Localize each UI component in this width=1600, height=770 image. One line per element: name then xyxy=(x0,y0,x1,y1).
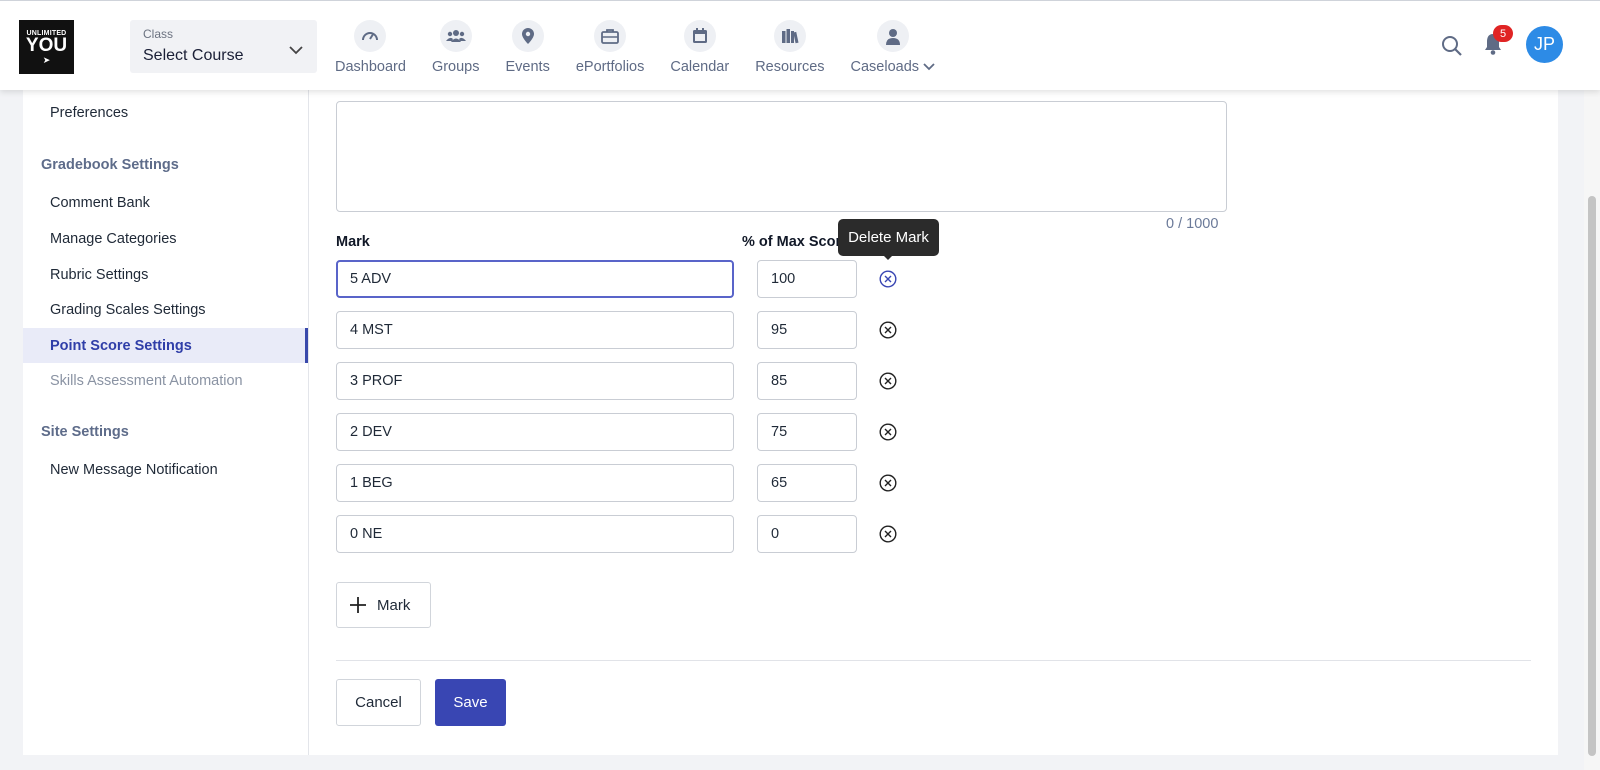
delete-mark-button[interactable] xyxy=(878,473,898,493)
mark-percent-input[interactable] xyxy=(757,413,857,451)
nav-icon-circle xyxy=(683,20,716,52)
logo-text-main: YOU xyxy=(25,34,68,56)
nav-label: Calendar xyxy=(670,59,730,75)
nav-caseloads-label: Caseloads xyxy=(851,59,936,75)
chevron-down-icon xyxy=(923,63,935,71)
mark-percent-input[interactable] xyxy=(757,464,857,502)
sidebar-item-label: New Message Notification xyxy=(50,461,218,478)
description-textarea[interactable] xyxy=(336,101,1227,212)
percent-column-label: % of Max Score xyxy=(742,234,850,250)
mark-name-input[interactable] xyxy=(336,260,734,298)
nav-icon-circle xyxy=(354,20,387,52)
plus-icon xyxy=(350,597,366,613)
nav-label: Groups xyxy=(431,59,480,75)
nav-eportfolios[interactable]: ePortfolios xyxy=(575,20,645,76)
mark-name-input[interactable] xyxy=(336,515,734,553)
nav-icon-circle xyxy=(511,20,544,52)
sidebar-item-manage-categories[interactable]: Manage Categories xyxy=(23,221,308,256)
nav-label: Events xyxy=(505,59,550,75)
mark-percent-input[interactable] xyxy=(757,515,857,553)
mark-percent-input[interactable] xyxy=(757,260,857,298)
form-divider xyxy=(336,660,1531,661)
nav-resources[interactable]: Resources xyxy=(755,20,825,76)
logo-arrow-icon: ➤ xyxy=(42,54,51,65)
sidebar-item-rubric-settings[interactable]: Rubric Settings xyxy=(23,257,308,292)
nav-caseloads[interactable]: Caseloads xyxy=(851,20,936,76)
save-button[interactable]: Save xyxy=(435,679,506,726)
close-circle-icon xyxy=(879,423,897,441)
nav-icon-circle xyxy=(594,20,627,52)
sidebar-item-label: Preferences xyxy=(50,104,129,121)
delete-mark-button[interactable] xyxy=(878,371,898,391)
mark-percent-input[interactable] xyxy=(757,311,857,349)
sidebar-heading-gradebook: Gradebook Settings xyxy=(41,157,179,173)
gauge-icon xyxy=(362,32,379,41)
nav-label: Caseloads xyxy=(850,59,920,75)
avatar[interactable]: JP xyxy=(1526,26,1563,63)
add-mark-button[interactable]: Mark xyxy=(336,582,431,628)
nav-icon-circle xyxy=(773,20,806,52)
mark-column-label: Mark xyxy=(336,234,370,250)
scrollbar-thumb[interactable] xyxy=(1588,196,1596,756)
top-navigation-bar: UNLIMITED YOU ➤ Class Select Course Dash… xyxy=(0,0,1600,90)
sidebar-divider xyxy=(308,90,309,755)
briefcase-icon xyxy=(601,29,619,44)
delete-mark-button[interactable] xyxy=(878,269,898,289)
course-select-value: Select Course xyxy=(143,47,244,64)
books-icon xyxy=(781,29,799,44)
mark-name-input[interactable] xyxy=(336,464,734,502)
sidebar-item-skills-assessment[interactable]: Skills Assessment Automation xyxy=(23,363,308,398)
close-circle-icon xyxy=(879,270,897,288)
notification-badge: 5 xyxy=(1493,25,1513,42)
nav-label: Resources xyxy=(755,59,825,75)
close-circle-icon xyxy=(879,372,897,390)
close-circle-icon xyxy=(879,474,897,492)
nav-calendar[interactable]: Calendar xyxy=(670,20,729,76)
sidebar-item-label: Point Score Settings xyxy=(50,337,192,354)
chevron-down-icon xyxy=(289,46,303,55)
tooltip-arrow xyxy=(883,255,893,260)
sidebar-item-comment-bank[interactable]: Comment Bank xyxy=(23,185,308,220)
sidebar-heading-site: Site Settings xyxy=(41,424,129,440)
main-nav: Dashboard Groups Events ePortfolios Cale… xyxy=(335,20,961,76)
nav-events[interactable]: Events xyxy=(506,20,550,76)
delete-mark-button[interactable] xyxy=(878,422,898,442)
map-pin-icon xyxy=(521,28,534,44)
delete-mark-button[interactable] xyxy=(878,320,898,340)
mark-name-input[interactable] xyxy=(336,362,734,400)
course-select[interactable]: Class Select Course xyxy=(130,20,317,73)
add-mark-label: Mark xyxy=(377,596,411,614)
close-circle-icon xyxy=(879,321,897,339)
nav-groups[interactable]: Groups xyxy=(432,20,480,76)
mark-name-input[interactable] xyxy=(336,311,734,349)
cancel-button[interactable]: Cancel xyxy=(336,679,421,726)
delete-mark-tooltip: Delete Mark xyxy=(838,219,939,256)
course-select-label: Class xyxy=(143,27,174,41)
mark-name-input[interactable] xyxy=(336,413,734,451)
char-counter: 0 / 1000 xyxy=(1166,216,1219,232)
sidebar-item-preferences[interactable]: Preferences xyxy=(23,95,308,130)
sidebar-item-label: Skills Assessment Automation xyxy=(50,372,243,389)
nav-label: Dashboard xyxy=(335,59,406,75)
sidebar-item-new-message-notification[interactable]: New Message Notification xyxy=(23,452,308,487)
sidebar-item-label: Manage Categories xyxy=(50,230,177,247)
search-icon[interactable] xyxy=(1441,35,1463,57)
person-icon xyxy=(885,28,900,45)
logo[interactable]: UNLIMITED YOU ➤ xyxy=(19,20,74,74)
sidebar-item-label: Comment Bank xyxy=(50,194,150,211)
sidebar-item-point-score-settings[interactable]: Point Score Settings xyxy=(23,328,308,363)
calendar-icon xyxy=(692,28,707,43)
sidebar-item-label: Rubric Settings xyxy=(50,266,149,283)
sidebar-item-grading-scales[interactable]: Grading Scales Settings xyxy=(23,292,308,327)
delete-mark-button[interactable] xyxy=(878,524,898,544)
nav-icon-circle xyxy=(876,20,909,52)
mark-percent-input[interactable] xyxy=(757,362,857,400)
nav-icon-circle xyxy=(439,20,472,52)
nav-dashboard[interactable]: Dashboard xyxy=(335,20,406,76)
people-icon xyxy=(445,30,466,42)
close-circle-icon xyxy=(879,525,897,543)
sidebar-item-label: Grading Scales Settings xyxy=(50,301,206,318)
nav-label: ePortfolios xyxy=(575,59,645,75)
